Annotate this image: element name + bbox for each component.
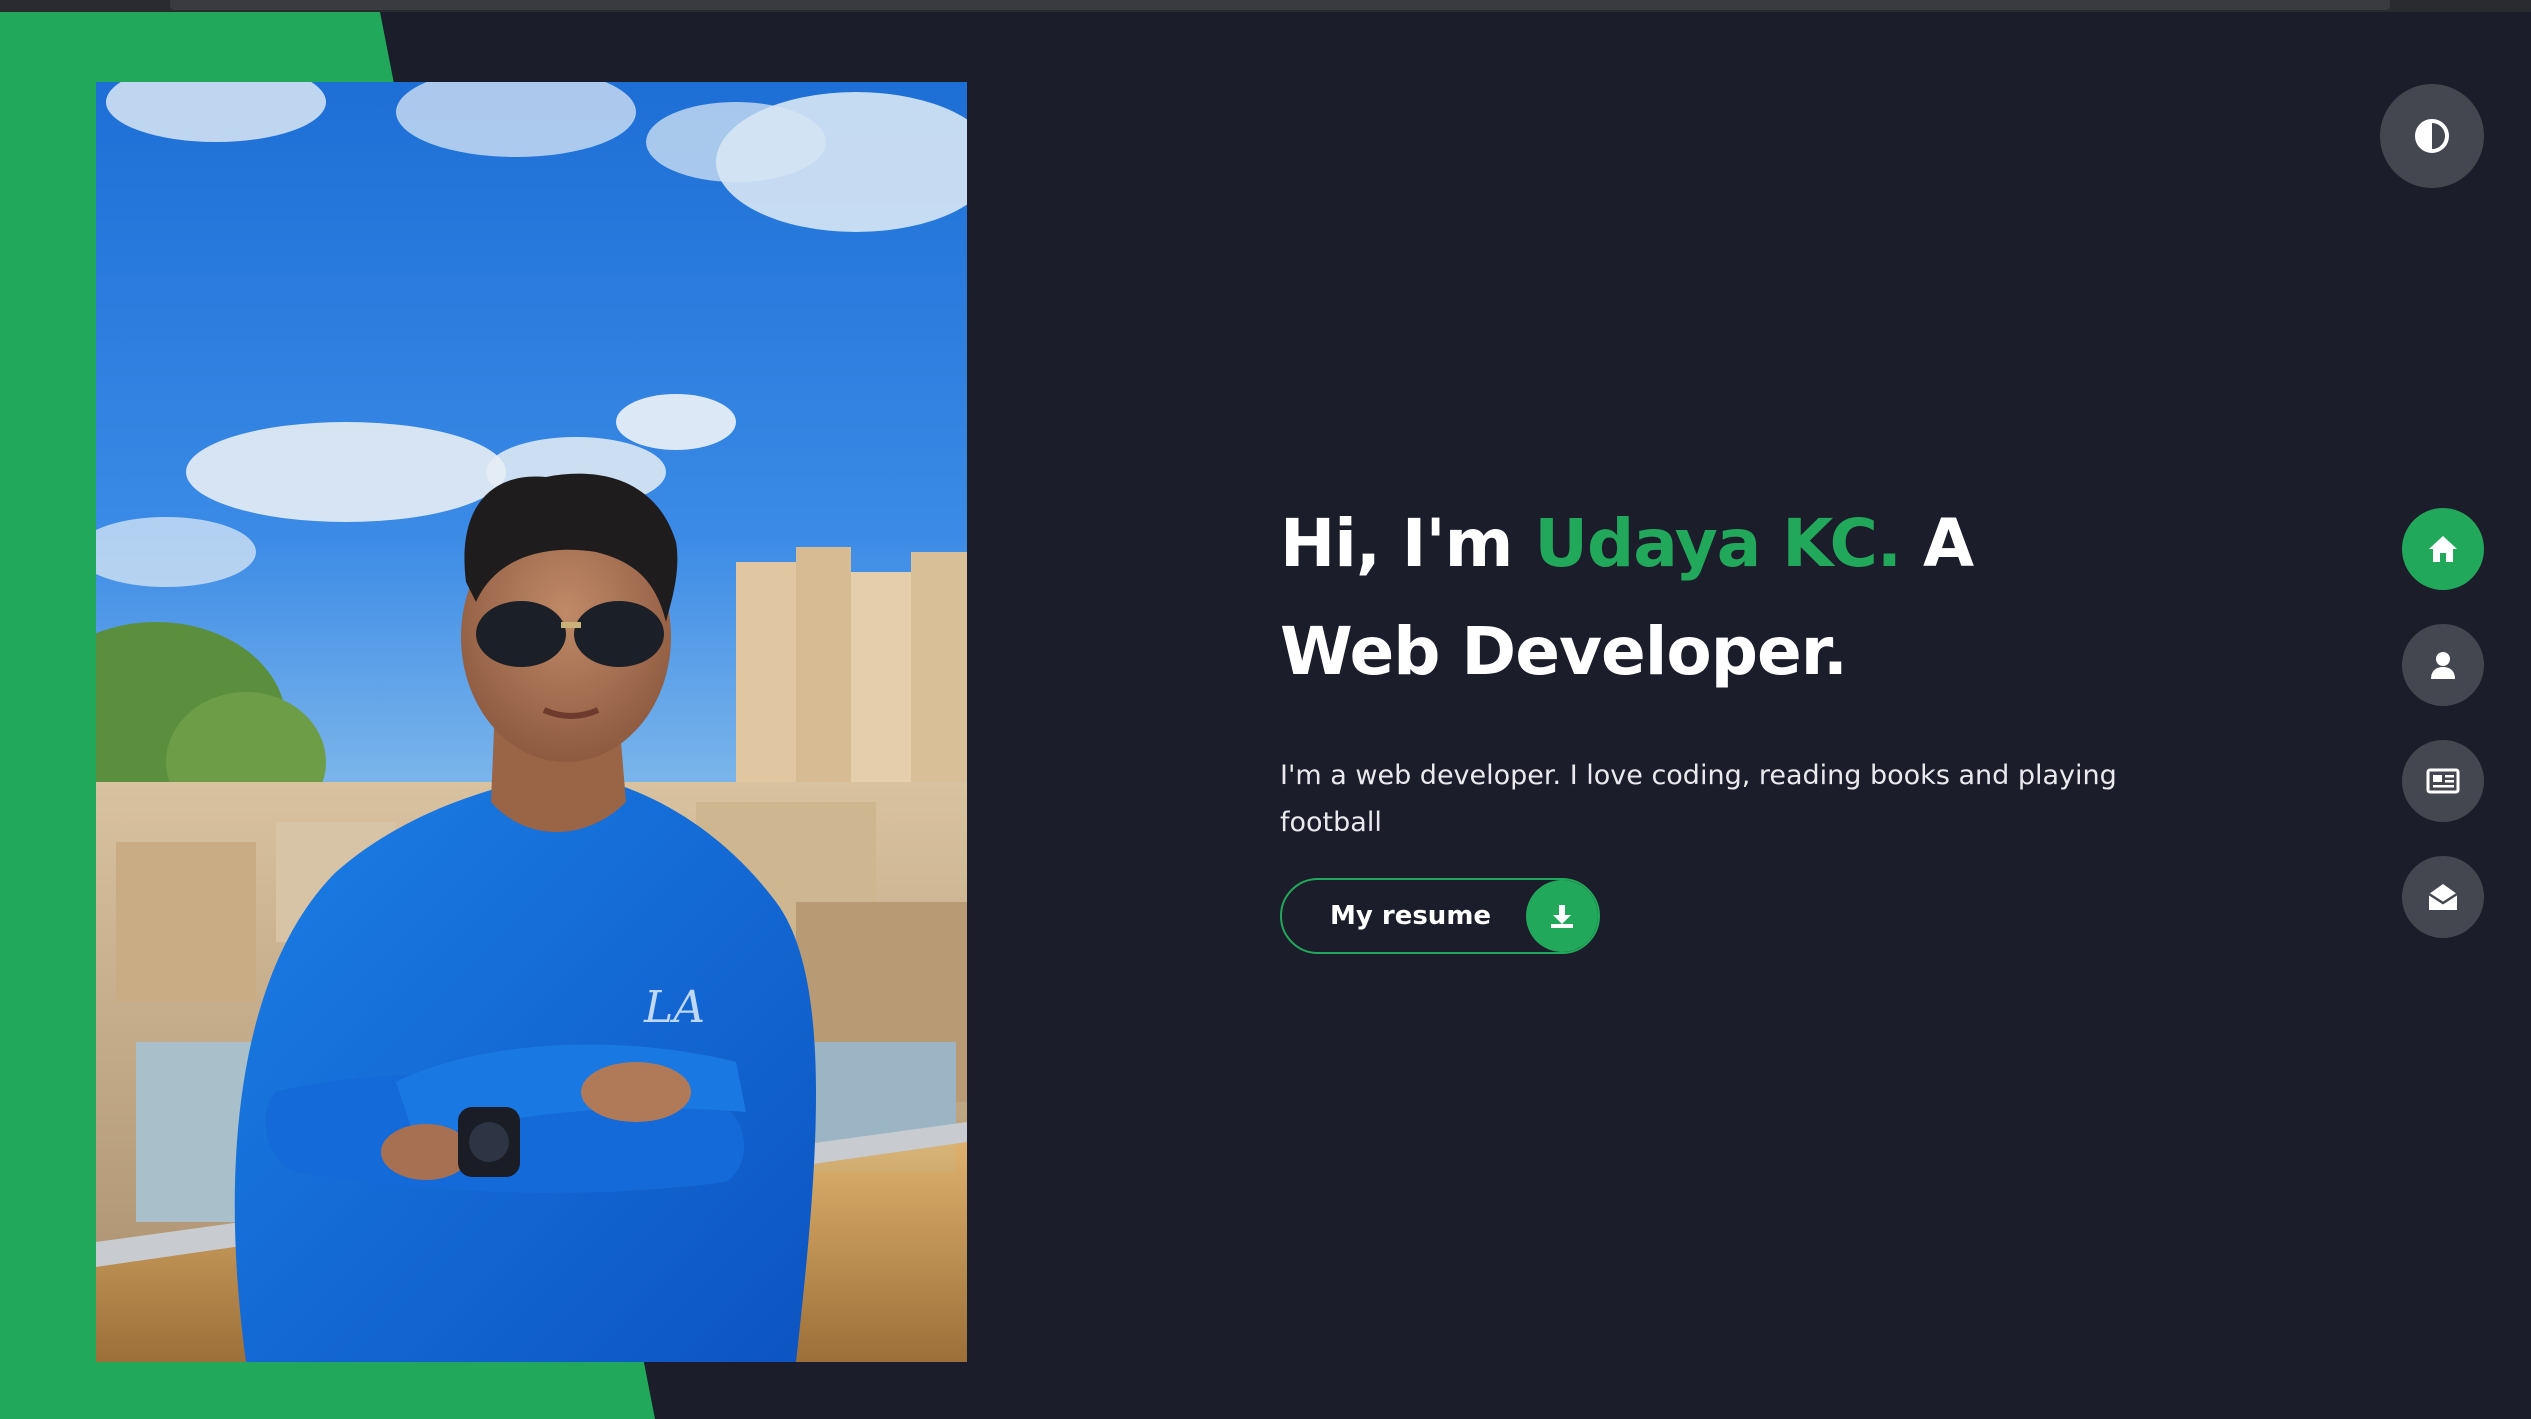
newspaper-icon [2426,768,2460,794]
resume-button-label: My resume [1330,901,1492,931]
svg-text:LA: LA [643,982,705,1033]
nav-about-button[interactable] [2402,624,2484,706]
role-prefix: A [1901,505,1974,582]
user-icon [2431,652,2455,679]
portrait-photo: LA [96,82,967,1362]
home-page: LA Hi, I'm Udaya KC. A Web Developer. I'… [0,0,2531,1419]
hero-description: I'm a web developer. I love coding, read… [1280,760,2117,838]
side-navigation [2402,508,2484,972]
download-icon [1526,880,1598,952]
resume-button[interactable]: My resume [1280,878,1600,954]
theme-toggle-button[interactable] [2380,84,2484,188]
hero-section: Hi, I'm Udaya KC. A Web Developer. I'm a… [1280,490,2200,954]
contrast-icon [2415,119,2449,153]
nav-home-button[interactable] [2402,508,2484,590]
role-text: Web Developer. [1280,613,1848,690]
nav-portfolio-button[interactable] [2402,740,2484,822]
hero-heading: Hi, I'm Udaya KC. A Web Developer. [1280,490,2200,706]
greeting-text: Hi, I'm [1280,505,1535,582]
home-icon [2429,536,2457,562]
name-highlight: Udaya KC. [1534,505,1902,582]
nav-contact-button[interactable] [2402,856,2484,938]
envelope-open-icon [2428,884,2458,910]
